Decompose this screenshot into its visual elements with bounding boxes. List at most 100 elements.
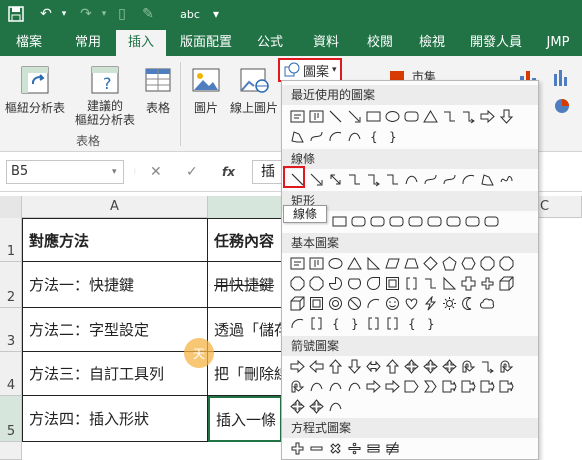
shape-curve-icon[interactable]: [345, 127, 364, 146]
shape-quad-icon[interactable]: [421, 357, 440, 376]
shape-vtext-icon[interactable]: [307, 107, 326, 126]
shape-rrect-icon[interactable]: [406, 212, 425, 231]
shape-rrect-icon[interactable]: [402, 107, 421, 126]
spelling-button[interactable]: abc: [176, 4, 204, 24]
shape-curve-icon[interactable]: [402, 170, 421, 189]
shape-elbow-icon[interactable]: [421, 274, 440, 293]
shape-rrect-icon[interactable]: [444, 212, 463, 231]
shape-dia-icon[interactable]: [421, 254, 440, 273]
shape-lbrace-icon[interactable]: {: [364, 127, 383, 146]
shape-arc-icon[interactable]: [288, 314, 307, 333]
shape-tri-icon[interactable]: [345, 254, 364, 273]
shape-curve-icon[interactable]: [345, 377, 364, 396]
shape-frame-icon[interactable]: [383, 274, 402, 293]
shape-noentry-icon[interactable]: [345, 294, 364, 313]
shape-quad-icon[interactable]: [402, 357, 421, 376]
shape-oct-icon[interactable]: [478, 254, 497, 273]
shape-bracket-icon[interactable]: [402, 274, 421, 293]
shape-bolt-icon[interactable]: [421, 294, 440, 313]
cell-b3[interactable]: 透過「儲存: [208, 308, 282, 352]
shape-scurve-icon[interactable]: [440, 170, 459, 189]
shape-uturn-icon[interactable]: [288, 377, 307, 396]
tab-view[interactable]: 檢視: [410, 30, 454, 56]
name-box[interactable]: B5: [6, 160, 124, 184]
shape-bracket-icon[interactable]: [364, 314, 383, 333]
shape-elbowarr-icon[interactable]: [459, 107, 478, 126]
shape-rrect-icon[interactable]: [482, 212, 501, 231]
shape-curve-icon[interactable]: [326, 397, 345, 416]
row-header-5[interactable]: 5: [0, 396, 22, 442]
shape-cube-icon[interactable]: [288, 294, 307, 313]
cell-a3[interactable]: 方法二：字型設定: [22, 308, 208, 352]
shape-elbowarr-icon[interactable]: [478, 357, 497, 376]
tab-page-layout[interactable]: 版面配置: [172, 30, 240, 56]
shape-darrow-icon[interactable]: [326, 170, 345, 189]
shape-curve-icon[interactable]: [307, 377, 326, 396]
shape-oval-icon[interactable]: [326, 254, 345, 273]
shape-elbowarr-icon[interactable]: [364, 170, 383, 189]
shape-lrarrow-icon[interactable]: [364, 357, 383, 376]
shape-rect-icon[interactable]: [330, 212, 349, 231]
shape-callout-icon[interactable]: [478, 377, 497, 396]
shape-plus-icon[interactable]: [288, 439, 307, 458]
shape-rtri-icon[interactable]: [440, 274, 459, 293]
shape-rbrace-icon[interactable]: }: [383, 127, 402, 146]
shape-curve-icon[interactable]: [326, 377, 345, 396]
row-header-2[interactable]: 2: [0, 262, 22, 308]
shape-arc-icon[interactable]: [364, 294, 383, 313]
shape-minus-icon[interactable]: [307, 439, 326, 458]
shape-rtri-icon[interactable]: [364, 254, 383, 273]
shape-plus-icon[interactable]: [478, 274, 497, 293]
shape-heart-icon[interactable]: [402, 294, 421, 313]
row-header-4[interactable]: 4: [0, 352, 22, 396]
shape-bracket-icon[interactable]: [307, 314, 326, 333]
shape-arrow-icon[interactable]: [345, 107, 364, 126]
cell-a2[interactable]: 方法一：快捷鍵: [22, 262, 208, 308]
enter-icon[interactable]: ✓: [186, 160, 198, 184]
shape-scribble-icon[interactable]: [497, 170, 516, 189]
row-header-3[interactable]: 3: [0, 308, 22, 352]
shape-equal-icon[interactable]: [364, 439, 383, 458]
shape-rarrow-icon[interactable]: [288, 357, 307, 376]
column-header-c[interactable]: C: [540, 196, 582, 218]
shape-neq-icon[interactable]: [383, 439, 402, 458]
shape-darr-icon[interactable]: [497, 107, 516, 126]
shape-pie-icon[interactable]: [326, 274, 345, 293]
shape-cube-icon[interactable]: [497, 274, 516, 293]
shape-callout-icon[interactable]: [497, 377, 516, 396]
picture-button[interactable]: 圖片: [186, 64, 226, 116]
shape-elbow-icon[interactable]: [383, 170, 402, 189]
shape-div-icon[interactable]: [345, 439, 364, 458]
print-preview-icon[interactable]: ▯: [112, 4, 132, 24]
shape-pent-icon[interactable]: [440, 254, 459, 273]
undo-dropdown-icon[interactable]: ▾: [54, 4, 74, 24]
shape-rrect-icon[interactable]: [425, 212, 444, 231]
shapes-gallery-dropdown[interactable]: 最近使用的圖案 {} 線條 矩形 基本圖案 {}{} 箭號圖案 方程式圖案: [281, 80, 539, 460]
shape-cross-icon[interactable]: [459, 274, 478, 293]
select-all-corner[interactable]: [0, 196, 22, 218]
shape-chevron-icon[interactable]: [421, 377, 440, 396]
redo-dropdown-icon[interactable]: ▾: [94, 4, 114, 24]
cell-b5-active[interactable]: 插入一條: [208, 396, 282, 442]
shape-oct-icon[interactable]: [497, 254, 516, 273]
shape-quad-icon[interactable]: [288, 397, 307, 416]
cancel-icon[interactable]: ✕: [150, 160, 162, 184]
shape-rbrace-icon[interactable]: }: [421, 314, 440, 333]
shape-oct-icon[interactable]: [288, 274, 307, 293]
shape-uarrow-icon[interactable]: [383, 357, 402, 376]
undo-icon[interactable]: ↶: [36, 4, 56, 24]
shape-quad-icon[interactable]: [440, 357, 459, 376]
shape-rect-icon[interactable]: [364, 107, 383, 126]
shape-oct-icon[interactable]: [307, 274, 326, 293]
shape-tear-icon[interactable]: [364, 274, 383, 293]
shape-uturn-icon[interactable]: [497, 357, 516, 376]
shape-rrect-icon[interactable]: [463, 212, 482, 231]
shape-callout-icon[interactable]: [440, 377, 459, 396]
line-shape-selected[interactable]: [283, 166, 305, 188]
shape-rarrow-icon[interactable]: [364, 377, 383, 396]
row-header-1[interactable]: 1: [0, 218, 22, 262]
shape-frame-icon[interactable]: [307, 294, 326, 313]
shape-mult-icon[interactable]: [326, 439, 345, 458]
shape-scurve-icon[interactable]: [421, 170, 440, 189]
tab-home[interactable]: 常用: [62, 30, 114, 56]
